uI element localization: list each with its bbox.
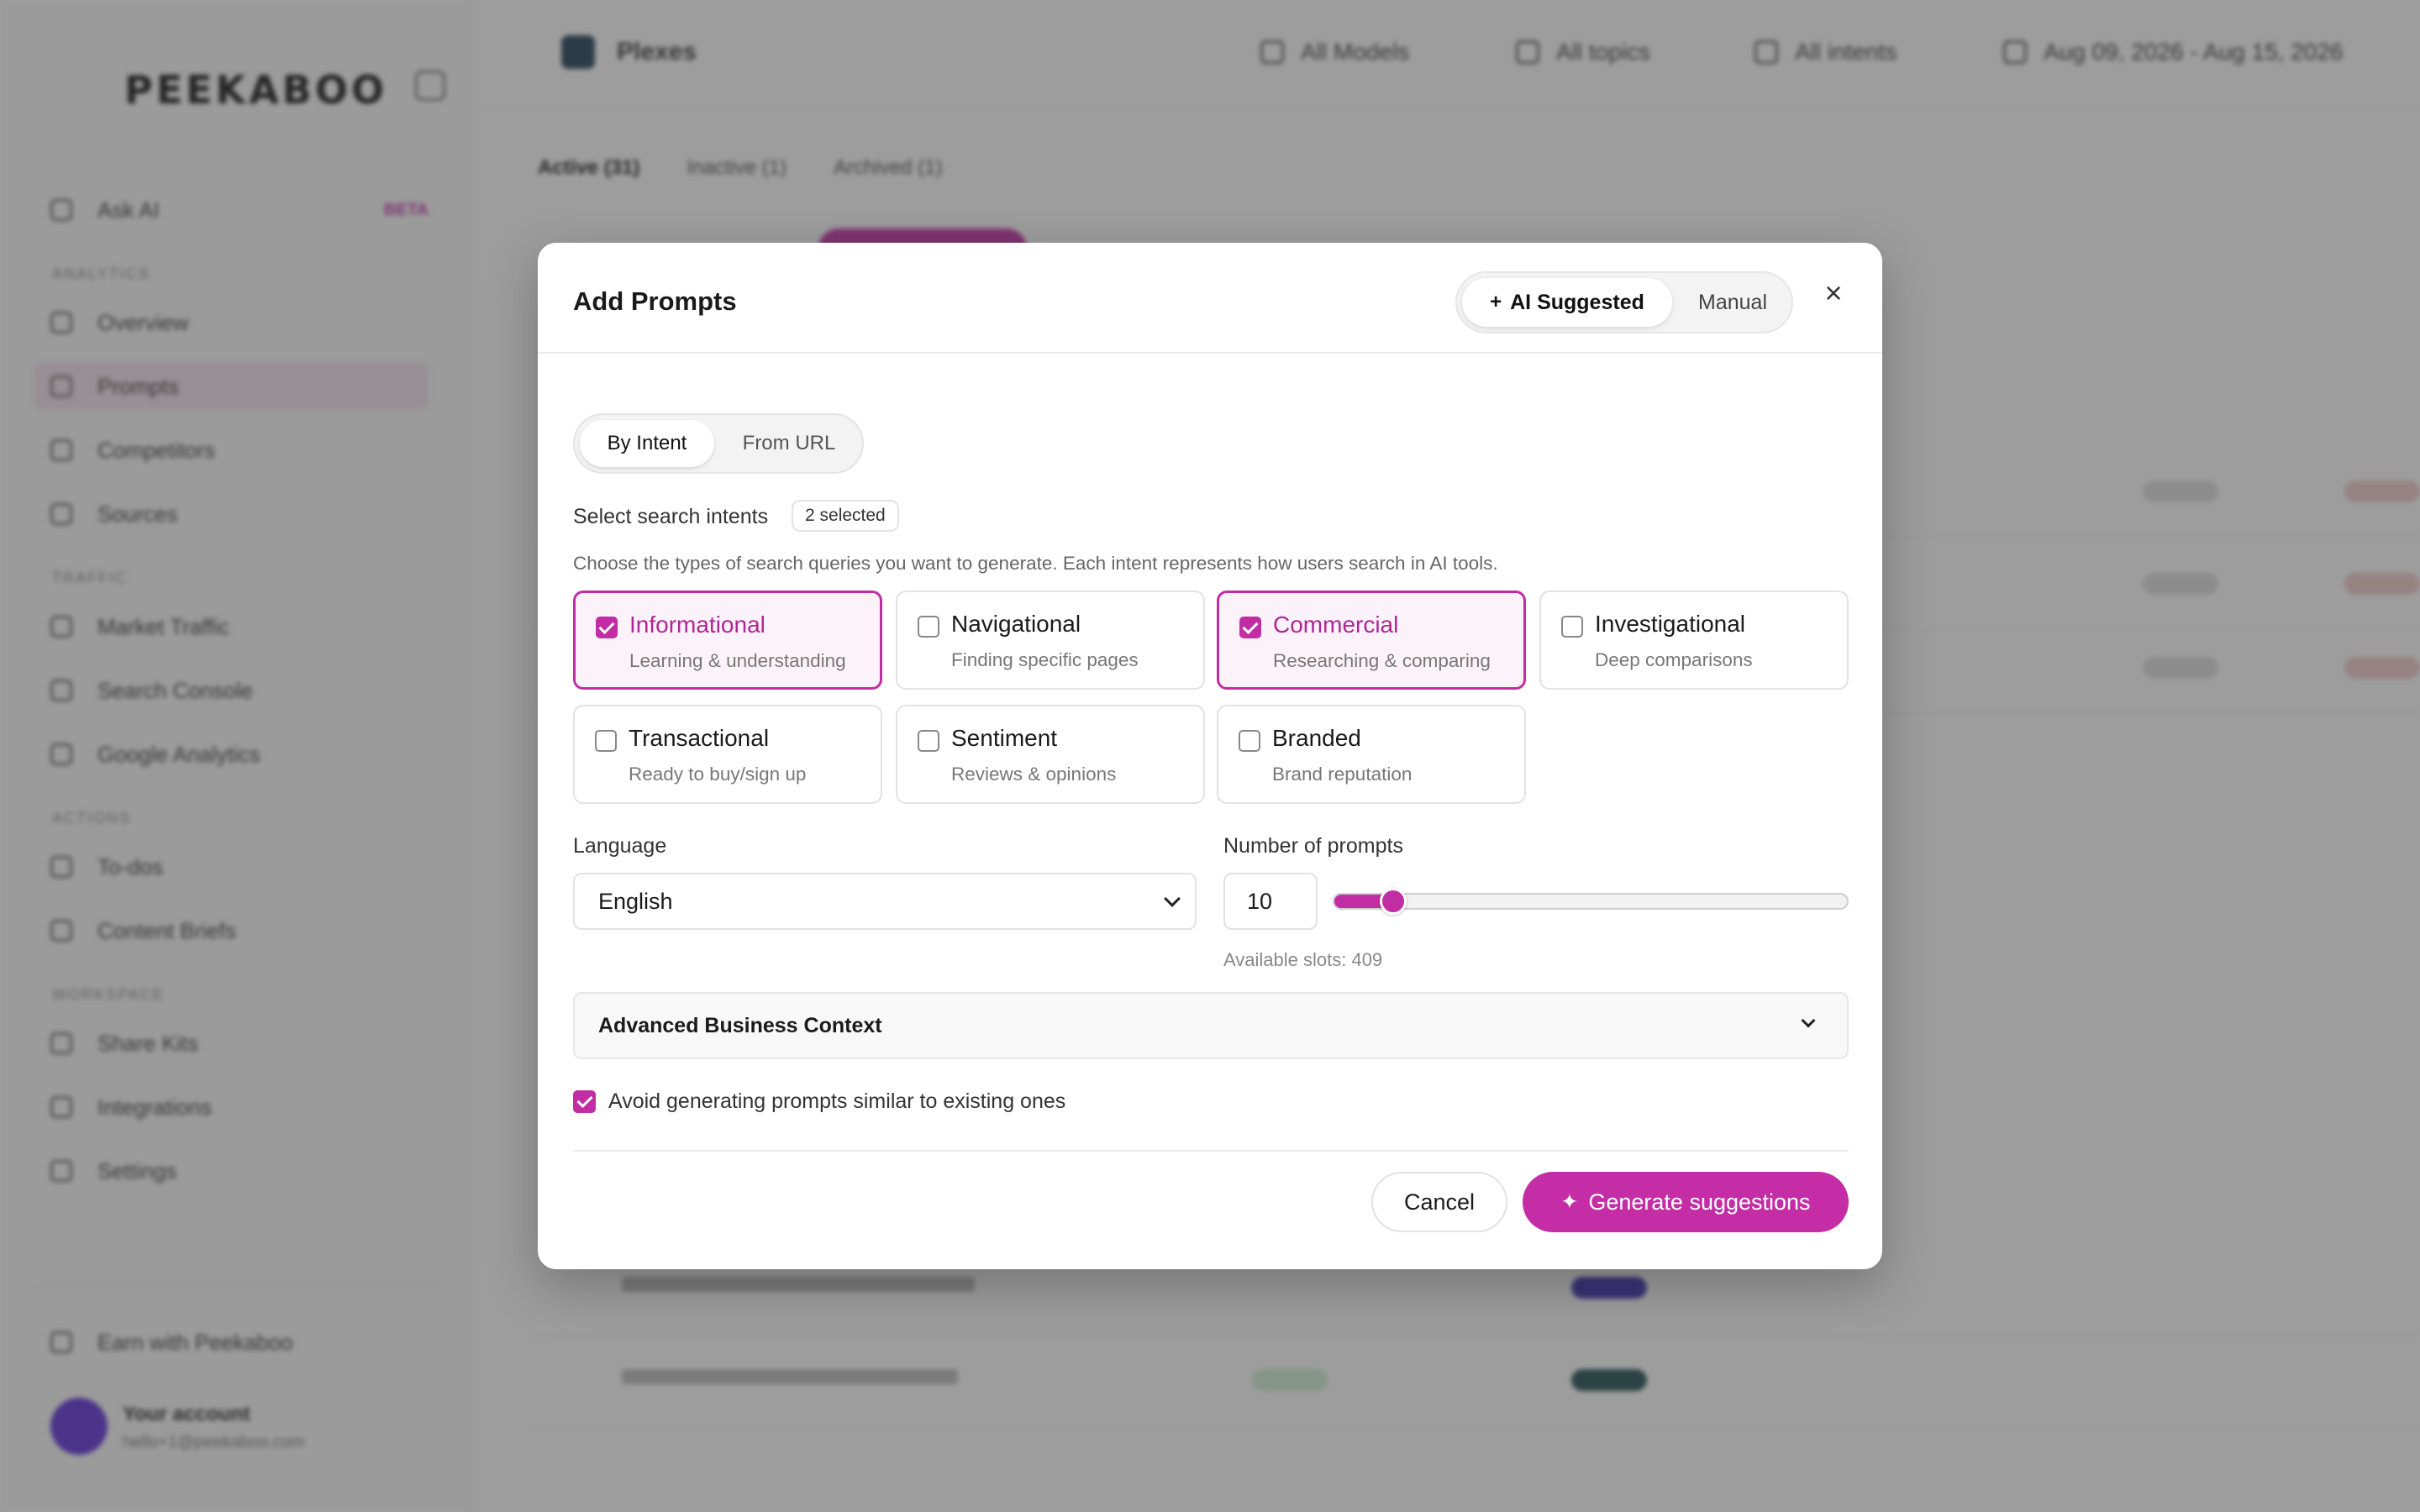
navigational-checkbox[interactable] [918,616,939,638]
language-label: Language [573,834,667,858]
cancel-button[interactable]: Cancel [1371,1172,1507,1232]
intent-title: Branded [1272,725,1361,751]
ai-suggested-tab[interactable]: + AI Suggested [1462,278,1672,327]
intent-title: Navigational [951,611,1081,637]
prompts-count-input[interactable]: 10 [1223,873,1318,930]
commercial-checkbox[interactable] [1239,617,1261,638]
prompts-count-slider[interactable] [1333,888,1849,915]
intent-title: Transactional [629,725,770,751]
intent-subtitle: Brand reputation [1272,764,1413,785]
intent-card-branded[interactable]: Branded Brand reputation [1217,705,1526,804]
intent-subtitle: Researching & comparing [1273,650,1491,671]
plus-sparkle-icon: + [1490,291,1502,313]
intent-card-investigational[interactable]: Investigational Deep comparisons [1539,591,1849,690]
close-icon[interactable]: × [1815,275,1852,312]
intent-card-commercial[interactable]: Commercial Researching & comparing [1217,591,1526,690]
slider-thumb[interactable] [1380,888,1407,915]
intent-subtitle: Ready to buy/sign up [629,764,807,785]
intent-subtitle: Learning & understanding [629,650,846,671]
from-url-tab[interactable]: From URL [719,420,859,467]
intent-subtitle: Reviews & opinions [951,764,1117,785]
chevron-down-icon [1164,890,1181,907]
branded-checkbox[interactable] [1239,730,1260,752]
manual-tab[interactable]: Manual [1677,278,1788,327]
intent-card-sentiment[interactable]: Sentiment Reviews & opinions [896,705,1205,804]
prompts-count-label: Number of prompts [1223,834,1403,858]
sparkle-icon: ✦ [1560,1190,1579,1214]
avoid-similar-label: Avoid generating prompts similar to exis… [608,1089,1066,1113]
language-select[interactable]: English [573,873,1197,930]
available-slots: Available slots: 409 [1223,949,1383,970]
intent-card-navigational[interactable]: Navigational Finding specific pages [896,591,1205,690]
intent-title: Commercial [1273,612,1399,638]
informational-checkbox[interactable] [596,617,618,638]
generate-label: Generate suggestions [1588,1189,1811,1215]
dialog-title: Add Prompts [573,286,737,316]
advanced-business-context[interactable]: Advanced Business Context [573,992,1849,1059]
intent-title: Informational [629,612,765,638]
investigational-checkbox[interactable] [1561,616,1583,638]
header-divider [538,352,1882,354]
source-toggle: By Intent From URL [573,413,864,474]
intent-title: Sentiment [951,725,1058,751]
add-prompts-dialog: Add Prompts + AI Suggested Manual × By In… [538,243,1882,1269]
intent-subtitle: Deep comparisons [1595,649,1753,670]
by-intent-tab[interactable]: By Intent [580,420,714,467]
avoid-similar-checkbox[interactable] [573,1090,596,1113]
intent-subtitle: Finding specific pages [951,649,1139,670]
intent-card-transactional[interactable]: Transactional Ready to buy/sign up [573,705,882,804]
language-value: English [598,888,673,914]
footer-divider [573,1150,1849,1152]
intent-title: Investigational [1595,611,1746,637]
generate-suggestions-button[interactable]: ✦ Generate suggestions [1523,1172,1849,1232]
intent-section-label: Select search intents [573,505,769,528]
sentiment-checkbox[interactable] [918,730,939,752]
chevron-down-icon [1801,1013,1816,1028]
intent-card-informational[interactable]: Informational Learning & understanding [573,591,882,690]
transactional-checkbox[interactable] [595,730,617,752]
intent-description: Choose the types of search queries you w… [573,553,1498,574]
mode-toggle: + AI Suggested Manual [1455,271,1793,333]
advanced-label: Advanced Business Context [598,1014,882,1037]
ai-suggested-label: AI Suggested [1510,290,1644,314]
selected-count-badge: 2 selected [792,500,899,532]
